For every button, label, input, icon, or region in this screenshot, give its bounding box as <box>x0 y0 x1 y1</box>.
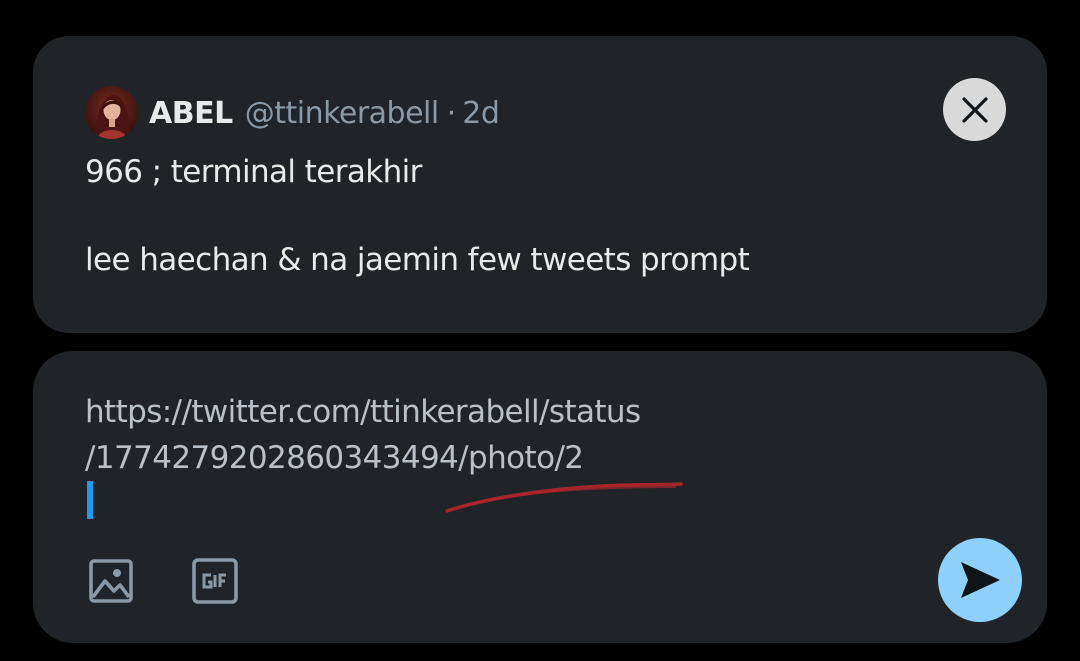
header-separator: · <box>446 95 457 131</box>
author-name[interactable]: ABEL <box>149 96 233 131</box>
text-cursor <box>87 481 93 519</box>
reply-composer: https://twitter.com/ttinkerabell/status … <box>33 351 1047 643</box>
reply-text-line-1: https://twitter.com/ttinkerabell/status <box>85 394 641 430</box>
close-icon <box>961 96 988 123</box>
avatar[interactable] <box>85 86 138 139</box>
quoted-post-card: ABEL @ttinkerabell · 2d 966 ; terminal t… <box>33 36 1047 333</box>
post-header: ABEL @ttinkerabell · 2d <box>149 91 500 135</box>
gif-icon <box>192 558 238 604</box>
post-text-line-2: lee haechan & na jaemin few tweets promp… <box>85 242 750 278</box>
add-gif-button[interactable] <box>191 557 239 605</box>
image-icon <box>89 559 133 603</box>
add-image-button[interactable] <box>87 557 135 605</box>
send-icon <box>961 562 1000 598</box>
author-handle[interactable]: @ttinkerabell <box>245 96 440 131</box>
close-button[interactable] <box>943 78 1006 141</box>
red-underline-annotation <box>445 482 683 513</box>
post-text-line-1: 966 ; terminal terakhir <box>85 154 422 190</box>
post-timestamp: 2d <box>462 95 500 131</box>
send-button[interactable] <box>938 538 1022 622</box>
